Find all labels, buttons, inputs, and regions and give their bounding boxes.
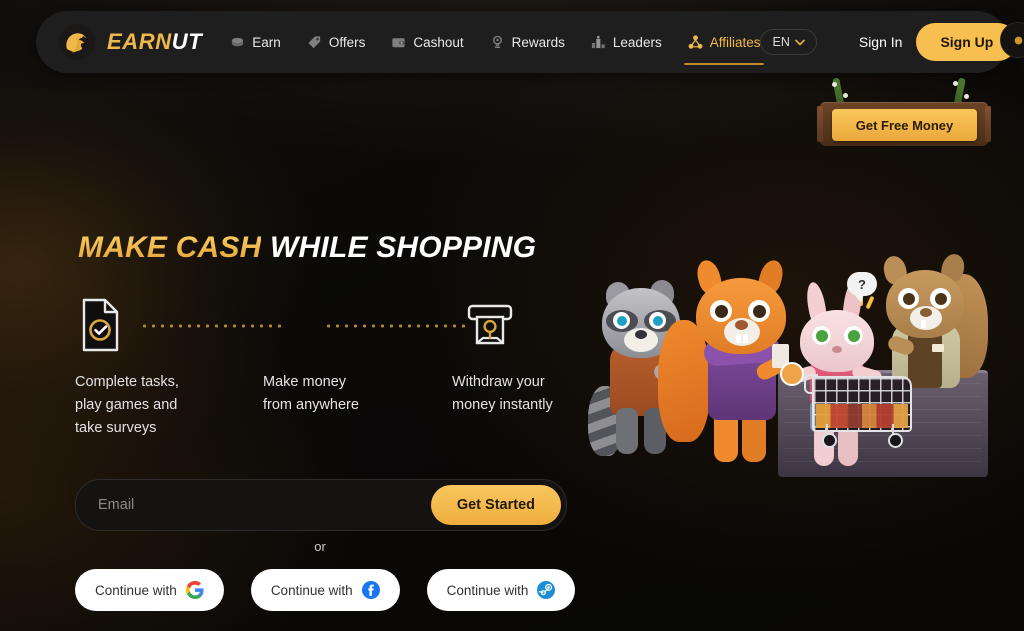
- caption-line: play games and: [75, 397, 178, 413]
- continue-with-steam-button[interactable]: Continue with: [426, 569, 576, 611]
- caption-line: Make money: [263, 374, 347, 390]
- language-label: EN: [772, 35, 790, 49]
- cart-goods: [816, 404, 908, 428]
- caption-line: from anywhere: [263, 397, 359, 413]
- wallet-icon: [391, 35, 406, 50]
- hero-illustration: ?: [588, 251, 988, 477]
- step-caption-1: Complete tasks, play games and take surv…: [75, 371, 255, 440]
- caption-line: Complete tasks,: [75, 374, 179, 390]
- page-root: EARNUT Earn Offers Cashout Rewards Leade…: [0, 0, 1024, 631]
- speech-bubble-text: ?: [858, 276, 866, 292]
- language-selector[interactable]: EN: [760, 29, 817, 55]
- continue-with-google-button[interactable]: Continue with: [75, 569, 224, 611]
- get-free-money-label[interactable]: Get Free Money: [832, 109, 977, 141]
- headline-white: WHILE SHOPPING: [270, 231, 537, 264]
- nav-item-cashout[interactable]: Cashout: [391, 11, 464, 73]
- nav-item-affiliates[interactable]: Affiliates: [683, 11, 765, 73]
- steps-row: [78, 297, 578, 359]
- caption-line: take surveys: [75, 420, 157, 436]
- social-login-row: Continue with Continue with Continue wit…: [75, 569, 576, 611]
- page-title: MAKE CASH WHILE SHOPPING: [78, 231, 536, 265]
- nav-item-label: Offers: [328, 34, 366, 50]
- nav-item-label: Leaders: [612, 34, 662, 50]
- nav-item-label: Rewards: [511, 34, 565, 50]
- get-free-money-sign[interactable]: Get Free Money: [810, 77, 996, 150]
- auth-actions: Sign In Sign Up: [859, 23, 1018, 61]
- speech-bubble: ?: [847, 272, 877, 303]
- google-icon: [185, 581, 204, 599]
- social-label: Continue with: [270, 582, 353, 598]
- top-navigation-bar: EARNUT Earn Offers Cashout Rewards Leade…: [36, 11, 1018, 73]
- orange-squirrel-character: [658, 257, 800, 468]
- document-check-icon: [78, 297, 130, 353]
- network-share-icon: [688, 34, 703, 50]
- squirrel-logo-icon: [58, 23, 96, 61]
- facebook-icon: [361, 581, 380, 599]
- brand-name-white: UT: [171, 29, 203, 54]
- shopping-cart: [804, 374, 912, 450]
- get-started-button[interactable]: Get Started: [430, 485, 561, 525]
- coin-stack-icon: [230, 35, 245, 50]
- divider-or: or: [314, 539, 326, 554]
- nav-item-label: Earn: [252, 34, 281, 50]
- step-connector-dots: [140, 324, 286, 328]
- nav-item-rewards[interactable]: Rewards: [490, 11, 565, 73]
- steam-icon: [537, 581, 556, 599]
- sign-in-link[interactable]: Sign In: [859, 34, 903, 50]
- email-field[interactable]: [76, 497, 431, 513]
- chevron-down-icon: [795, 35, 805, 49]
- medal-icon: [490, 35, 505, 50]
- step-connector-dots: [324, 324, 470, 328]
- podium-icon: [591, 35, 606, 50]
- continue-with-facebook-button[interactable]: Continue with: [250, 569, 400, 611]
- atm-cash-icon: [464, 297, 516, 353]
- leaf-decor: [953, 81, 958, 86]
- social-label: Continue with: [95, 582, 177, 598]
- nav-links: Earn Offers Cashout Rewards Leaders Affi…: [230, 11, 765, 73]
- leaf-decor: [964, 94, 969, 99]
- leaf-decor: [843, 93, 848, 98]
- brand-name: EARNUT: [107, 29, 202, 55]
- brand-logo[interactable]: EARNUT: [58, 23, 202, 61]
- leaf-decor: [832, 82, 837, 87]
- nav-item-leaders[interactable]: Leaders: [591, 11, 662, 73]
- steps-captions: Complete tasks, play games and take surv…: [75, 371, 595, 441]
- nav-item-earn[interactable]: Earn: [230, 11, 281, 73]
- email-signup-bar: Get Started: [75, 479, 567, 531]
- headline-gold: MAKE CASH: [78, 231, 262, 264]
- brand-name-gold: EARN: [107, 29, 172, 54]
- social-label: Continue with: [446, 582, 529, 598]
- nav-item-label: Cashout: [413, 34, 464, 50]
- nav-item-offers[interactable]: Offers: [307, 11, 366, 73]
- nav-item-label: Affiliates: [709, 34, 761, 50]
- price-tag-icon: [307, 35, 322, 50]
- step-caption-2: Make money from anywhere: [263, 371, 443, 417]
